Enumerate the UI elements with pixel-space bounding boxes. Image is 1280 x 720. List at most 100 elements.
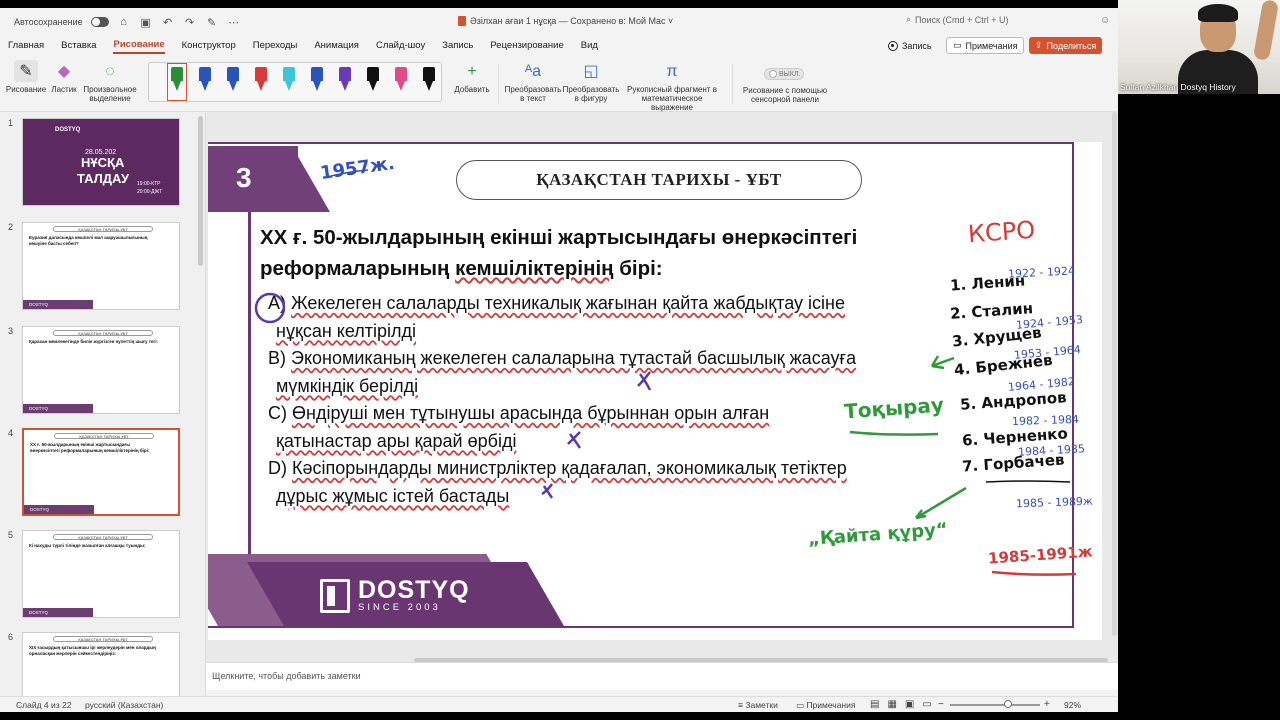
title-bar: Автосохранение ⌂ ▣ ↶ ↷ ✎ ⋯ Әзілхан ағаи …: [0, 8, 1118, 36]
pen-green[interactable]: [167, 63, 187, 101]
thumb-footer: DOSTYQ: [23, 404, 93, 413]
pen-gallery: [148, 62, 442, 102]
lasso-tool[interactable]: ◌ Произвольное выделение: [82, 60, 138, 103]
black-margin: [1118, 94, 1280, 720]
search-placeholder: Поиск (Cmd + Ctrl + U): [915, 14, 1009, 25]
slide-thumbnails: 1 DOSTYQ НҰСҚА 28.05.202 ТАЛДАУ 19:00-КТ…: [0, 112, 206, 698]
eraser-icon: ◆: [57, 62, 71, 80]
redo-icon[interactable]: ↷: [183, 16, 197, 29]
notes-toggle[interactable]: ≡ Заметки: [738, 700, 778, 710]
home-icon[interactable]: ⌂: [117, 16, 131, 28]
ink-to-shape-button[interactable]: ◱ Преобразовать в фигуру: [562, 60, 620, 103]
webcam-overlay: Sultan Azilkhan Dostyq History: [1118, 0, 1280, 94]
slide-counter: Слайд 4 из 22: [16, 700, 72, 710]
notes-toggle-label: Заметки: [745, 700, 778, 710]
record-button[interactable]: Запись: [884, 38, 936, 54]
zoom-out-icon[interactable]: −: [938, 699, 944, 710]
reading-view-icon[interactable]: ▣: [905, 699, 914, 710]
language-indicator[interactable]: русский (Казахстан): [85, 700, 163, 710]
pen-black-1[interactable]: [367, 67, 379, 97]
webcam-name: Sultan Azilkhan Dostyq History: [1120, 82, 1236, 92]
thumbnail-scrollbar[interactable]: [198, 116, 203, 266]
thumb-header: ҚАЗАҚСТАН ТАРИХЫ-ҰБТ: [54, 433, 154, 439]
thumbnail-image: DOSTYQ НҰСҚА 28.05.202 ТАЛДАУ 19:00-КТР …: [22, 118, 180, 206]
zoom-in-icon[interactable]: +: [1044, 699, 1050, 710]
more-icon[interactable]: ⋯: [227, 16, 241, 29]
thumb-date: 28.05.202: [85, 149, 117, 156]
pen-blue-3[interactable]: [311, 67, 323, 97]
pen-blue-1[interactable]: [199, 67, 211, 97]
search-box[interactable]: ⌕ Поиск (Cmd + Ctrl + U): [906, 14, 1009, 25]
slide-canvas[interactable]: 3 ҚАЗАҚСТАН ТАРИХЫ - ҰБТ XX ғ. 50-жылдар…: [208, 142, 1102, 640]
save-icon[interactable]: ▣: [139, 16, 153, 29]
slideshow-view-icon[interactable]: ▭: [922, 699, 931, 710]
autosave-toggle[interactable]: [90, 17, 109, 27]
zoom-level[interactable]: 92%: [1064, 700, 1081, 710]
ink-to-math-icon: π: [666, 62, 678, 80]
thumbnail-number: 1: [8, 118, 14, 128]
tab-record[interactable]: Запись: [442, 40, 473, 53]
ribbon-divider: [498, 64, 499, 104]
thumb-header: ҚАЗАҚСТАН ТАРИХЫ-ҰБТ: [53, 330, 153, 336]
undo-icon[interactable]: ↶: [161, 16, 175, 29]
tab-view[interactable]: Вид: [581, 40, 598, 53]
tab-insert[interactable]: Вставка: [61, 40, 96, 53]
tab-transitions[interactable]: Переходы: [253, 40, 298, 53]
tab-home[interactable]: Главная: [8, 40, 44, 53]
touch-draw-label: Рисование с помощью сенсорной панели: [742, 86, 828, 104]
pen-pink[interactable]: [395, 67, 407, 97]
tab-design[interactable]: Конструктор: [182, 40, 236, 53]
pen-blue-2[interactable]: [227, 67, 239, 97]
thumb-title-2: ТАЛДАУ: [77, 171, 130, 186]
pen-purple[interactable]: [339, 67, 351, 97]
thumb-question: Еуразия даласында көшпелі мал шаруашылығ…: [29, 235, 148, 246]
pen-red[interactable]: [255, 67, 267, 97]
pen-black-2[interactable]: [423, 67, 435, 97]
thumb-header: ҚАЗАҚСТАН ТАРИХЫ-ҰБТ: [53, 636, 153, 642]
lasso-icon: ◌: [105, 62, 115, 80]
notes-pane[interactable]: Щелкните, чтобы добавить заметки: [206, 662, 1118, 690]
thumb-header: ҚАЗАҚСТАН ТАРИХЫ-ҰБТ: [53, 226, 153, 232]
ink-to-shape-icon: ◱: [583, 62, 599, 80]
comment-icon: ▭: [953, 40, 962, 50]
eraser-tool[interactable]: ◆ Ластик: [48, 60, 80, 94]
thumbnail-number: 3: [8, 326, 14, 336]
ink-to-text-button[interactable]: ᴬa Преобразовать в текст: [504, 60, 562, 103]
lasso-label: Произвольное выделение: [83, 85, 137, 103]
highlighter-cyan[interactable]: [283, 67, 295, 97]
thumbnail-image: ҚАЗАҚСТАН ТАРИХЫ-ҰБТ XIX ғасырдың қатысы…: [22, 632, 180, 698]
document-title-text: Әзілхан ағаи 1 нұсқа — Сохранено в: Мой …: [470, 16, 674, 26]
thumb-question: Кі нахуды түрлі тілінде жазылған алғашқы…: [29, 543, 146, 548]
notes-placeholder: Щелкните, чтобы добавить заметки: [212, 671, 361, 681]
record-label: Запись: [902, 41, 932, 51]
comments-toggle[interactable]: ▭ Примечания: [796, 700, 855, 711]
ink-year-range: 1985 - 1989ж: [1015, 494, 1094, 511]
tab-animations[interactable]: Анимация: [314, 40, 359, 53]
slide-editor: 3 ҚАЗАҚСТАН ТАРИХЫ - ҰБТ XX ғ. 50-жылдар…: [206, 112, 1118, 662]
comments-button[interactable]: ▭ Примечания: [946, 37, 1025, 54]
thumb-title-1: НҰСҚА: [81, 155, 125, 170]
thumb-header: ҚАЗАҚСТАН ТАРИХЫ-ҰБТ: [53, 534, 153, 540]
ink-to-shape-label: Преобразовать в фигуру: [562, 85, 620, 103]
format-painter-icon[interactable]: ✎: [205, 16, 219, 29]
vertical-scrollbar[interactable]: [1112, 112, 1117, 636]
tab-review[interactable]: Рецензирование: [490, 40, 563, 53]
ink-to-math-button[interactable]: π Рукописный фрагмент в математическое в…: [620, 60, 724, 112]
share-button[interactable]: ⇪ Поделиться: [1029, 37, 1103, 54]
draw-tool[interactable]: ✎ Рисование: [6, 60, 46, 94]
people-icon[interactable]: ☺: [1100, 15, 1110, 26]
draw-ribbon: ✎ Рисование ◆ Ластик ◌ Произвольное выде…: [0, 56, 1118, 112]
add-pen-button[interactable]: + Добавить: [452, 60, 492, 94]
slide-sorter-icon[interactable]: ▦: [887, 699, 896, 710]
tab-draw[interactable]: Рисование: [113, 39, 165, 54]
zoom-slider[interactable]: [950, 700, 1040, 708]
ribbon-divider: [732, 64, 733, 104]
normal-view-icon[interactable]: ▤: [870, 699, 879, 710]
document-title[interactable]: Әзілхан ағаи 1 нұсқа — Сохранено в: Мой …: [458, 16, 673, 26]
comments-label: Примечания: [965, 40, 1018, 51]
eraser-label: Ластик: [51, 85, 77, 94]
tab-slideshow[interactable]: Слайд-шоу: [376, 40, 425, 53]
toggle-knob: [769, 70, 777, 78]
powerpoint-window: Автосохранение ⌂ ▣ ↶ ↷ ✎ ⋯ Әзілхан ағаи …: [0, 8, 1118, 712]
touch-draw-toggle[interactable]: ВЫКЛ.: [764, 68, 804, 80]
